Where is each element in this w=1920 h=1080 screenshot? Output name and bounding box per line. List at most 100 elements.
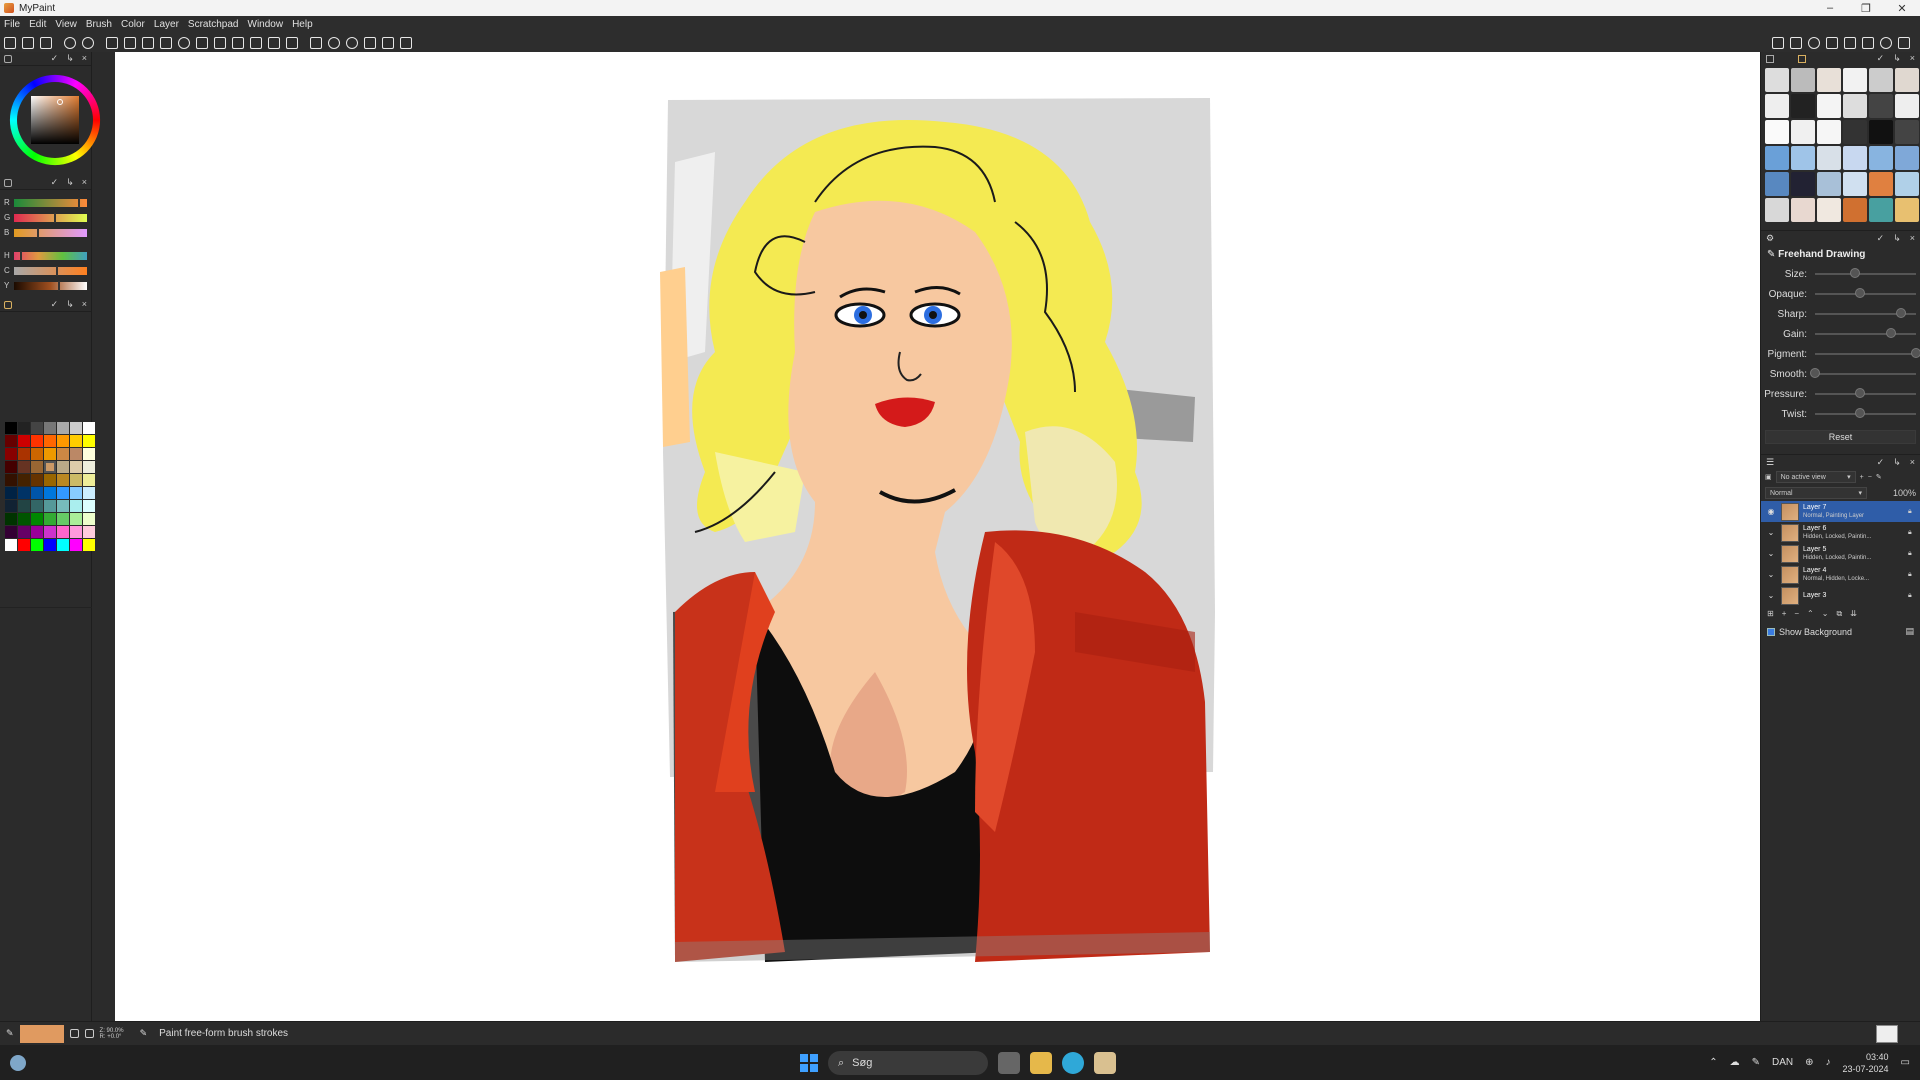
palette-swatch[interactable] [57,448,69,460]
eye-closed-icon[interactable]: ⌄ [1765,591,1777,600]
slider-track[interactable] [14,280,87,291]
weather-widget-icon[interactable] [10,1054,26,1071]
pen-icon[interactable]: ✎ [1752,1057,1760,1068]
undo-icon[interactable] [64,36,76,49]
view-remove-icon[interactable]: − [1868,474,1872,481]
brush-setting-knob[interactable] [1855,388,1866,398]
fill-bucket-icon[interactable] [232,36,244,49]
lock-icon[interactable]: 🔒︎ [1908,529,1916,537]
palette-swatch[interactable] [83,539,95,551]
slider-thumb[interactable] [57,280,60,291]
mirror-vertical-icon[interactable] [382,36,394,49]
redo-icon[interactable] [82,36,94,49]
layer-row[interactable]: ⌄ Layer 5 Hidden, Locked, Paintin... 🔒︎ [1761,543,1920,564]
palette-swatch[interactable] [31,422,43,434]
mypaint-taskbar-icon[interactable] [1094,1052,1116,1074]
brush-preset-thumbnail[interactable] [1895,172,1919,196]
brush-preset-thumbnail[interactable] [1843,198,1867,222]
brush-dynamics-icon[interactable] [1772,36,1784,49]
menu-window[interactable]: Window [248,19,284,30]
slider-thumb[interactable] [78,197,81,208]
float-icon[interactable]: ↳ [66,53,74,64]
brush-setting-slider[interactable] [1810,368,1916,378]
brush-preset-thumbnail[interactable] [1817,94,1841,118]
palette-swatch[interactable] [70,435,82,447]
color-history-icon[interactable] [69,1029,79,1038]
brush-setting-slider[interactable] [1815,388,1916,398]
palette-swatch[interactable] [18,448,30,460]
palette-swatch[interactable] [5,422,17,434]
palette-swatch[interactable] [31,500,43,512]
slider-track[interactable] [14,250,87,261]
freehand-brush-icon[interactable] [124,36,136,49]
brush-preset-thumbnail[interactable] [1765,198,1789,222]
fullscreen-icon[interactable] [1862,36,1874,49]
slider-thumb[interactable] [19,250,22,261]
palette-swatch[interactable] [44,435,56,447]
palette-swatch[interactable] [70,513,82,525]
brush-setting-row[interactable]: Pigment: [1761,344,1920,364]
slider-y[interactable]: Y [4,279,87,292]
stamp-icon[interactable] [250,36,262,49]
palette-swatch[interactable] [44,539,56,551]
brush-setting-knob[interactable] [1855,408,1866,418]
palette-swatch[interactable] [83,513,95,525]
palette-swatch[interactable] [83,500,95,512]
merge-layer-icon[interactable]: ⇊ [1850,609,1857,619]
brush-preset-thumbnail[interactable] [1817,198,1841,222]
new-document-icon[interactable] [4,36,16,49]
palette-swatch[interactable] [18,435,30,447]
slider-c[interactable]: C [4,264,87,277]
close-panel-icon[interactable]: × [1910,457,1915,468]
brush-setting-slider[interactable] [1815,308,1916,318]
brush-preset-thumbnail[interactable] [1869,198,1893,222]
menu-edit[interactable]: Edit [29,19,46,30]
slider-track[interactable] [14,212,87,223]
brush-preset-thumbnail[interactable] [1843,172,1867,196]
edge-browser-icon[interactable] [1062,1052,1084,1074]
brush-preset-thumbnail[interactable] [1765,120,1789,144]
layer-view-select[interactable]: No active view ▾ [1775,471,1856,483]
float-icon[interactable]: ↳ [1893,53,1901,64]
close-panel-icon[interactable]: × [1910,53,1915,64]
brush-preset-thumbnail[interactable] [1843,146,1867,170]
palette-swatch[interactable] [83,474,95,486]
drawing-canvas[interactable] [115,52,1760,1021]
view-add-icon[interactable]: + [1860,474,1864,481]
palette-swatch[interactable] [44,422,56,434]
palette-swatch[interactable] [70,422,82,434]
brush-preset-thumbnail[interactable] [1817,68,1841,92]
palette-swatch[interactable] [83,487,95,499]
brush-setting-knob[interactable] [1885,328,1896,338]
current-color-swatch[interactable] [19,1024,64,1043]
brush-preset-thumbnail[interactable] [1765,146,1789,170]
saturation-value-square[interactable] [31,96,79,144]
palette-swatch[interactable] [31,487,43,499]
menu-layer[interactable]: Layer [154,19,179,30]
palette-swatch[interactable] [70,539,82,551]
palette-swatch[interactable] [44,448,56,460]
palette-swatch[interactable] [70,448,82,460]
brush-setting-knob[interactable] [1895,308,1906,318]
brush-preset-thumbnail[interactable] [1765,68,1789,92]
move-layer-down-icon[interactable]: ⌄ [1822,609,1829,619]
rotate-view-icon[interactable] [346,36,358,49]
palette-swatch[interactable] [57,539,69,551]
slider-r[interactable]: R [4,196,87,209]
pin-icon[interactable]: ✓ [1877,457,1885,468]
brush-setting-row[interactable]: Opaque: [1761,284,1920,304]
brush-preset-thumbnail[interactable] [1817,146,1841,170]
close-panel-icon[interactable]: × [82,299,87,310]
background-settings-icon[interactable]: ▤ [1905,626,1914,637]
layer-row[interactable]: ⌄ Layer 6 Hidden, Locked, Paintin... 🔒︎ [1761,522,1920,543]
palette-swatch[interactable] [31,461,43,473]
float-icon[interactable]: ↳ [66,177,74,188]
close-panel-icon[interactable]: × [82,177,87,188]
brush-preset-thumbnail[interactable] [1791,198,1815,222]
brush-preset-thumbnail[interactable] [1791,94,1815,118]
close-window-button[interactable]: ✕ [1884,2,1920,15]
brush-setting-slider[interactable] [1815,268,1916,278]
menu-view[interactable]: View [55,19,77,30]
expand-icon[interactable] [1898,36,1910,49]
palette-swatch[interactable] [44,487,56,499]
